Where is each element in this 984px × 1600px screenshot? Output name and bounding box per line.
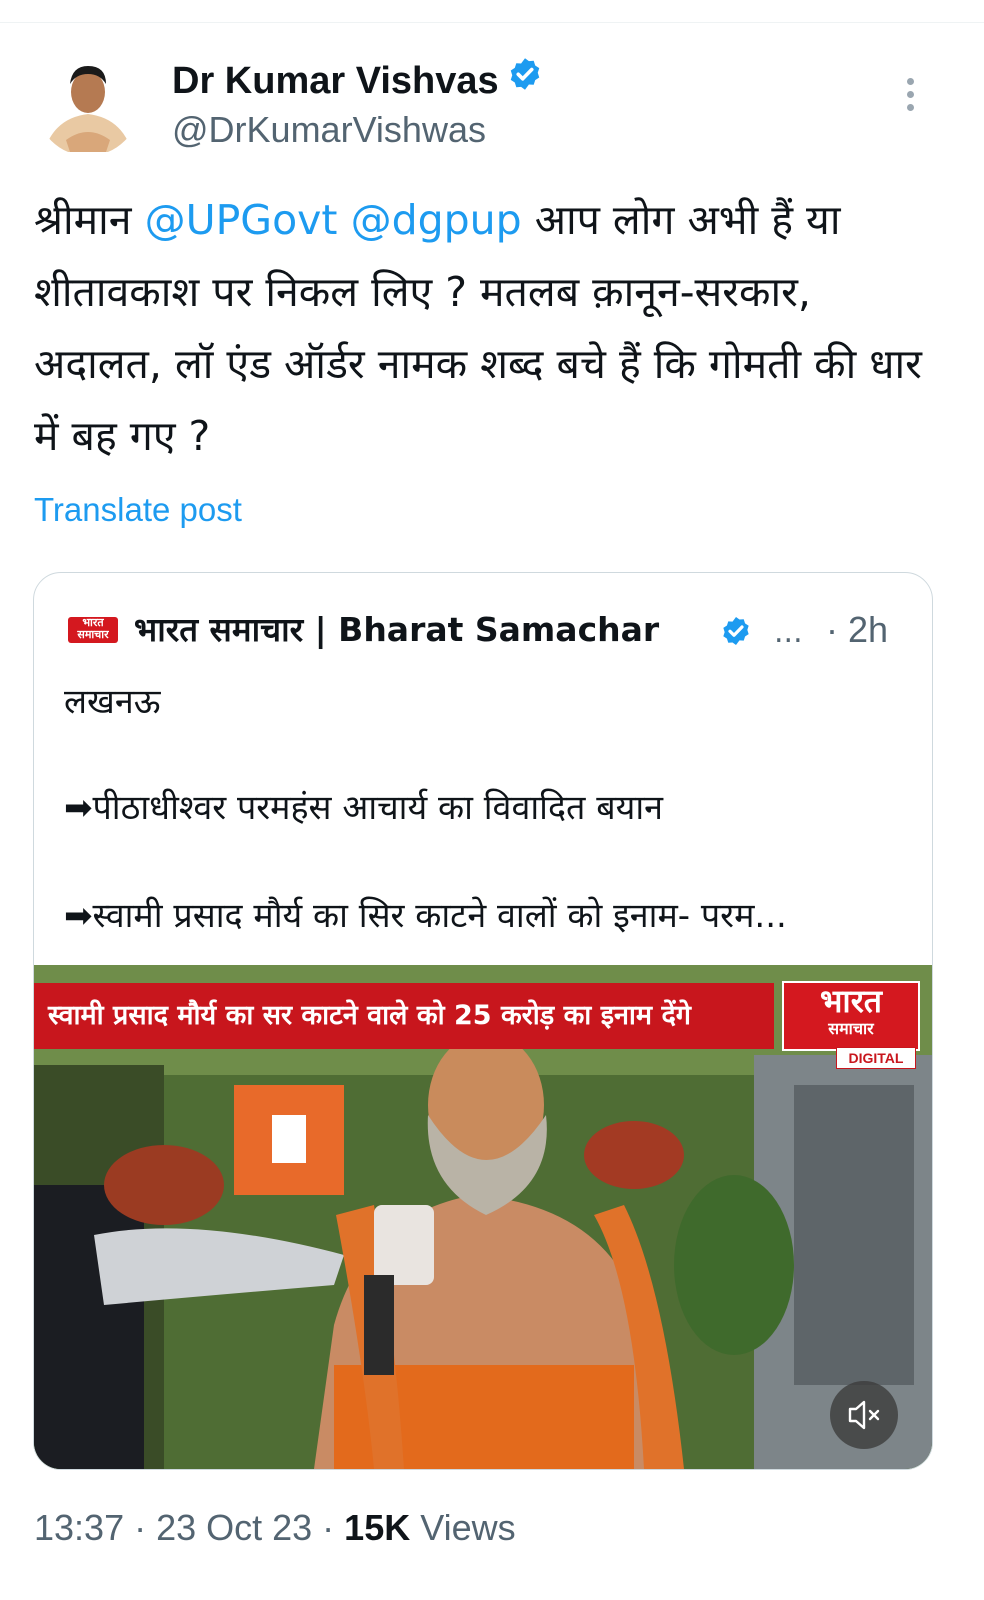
video-banner: स्वामी प्रसाद मौर्य का सर काटने वाले को … xyxy=(34,983,774,1049)
quote-timestamp[interactable]: · 2h xyxy=(826,607,888,653)
author-name[interactable]: Dr Kumar Vishvas xyxy=(172,58,543,104)
mention-dgpup[interactable]: @dgpup xyxy=(351,196,522,244)
channel-logo-small: समाचार xyxy=(828,1019,874,1038)
more-vertical-icon[interactable] xyxy=(896,78,924,122)
quote-author-name[interactable]: भारत समाचार | Bharat Samachar xyxy=(134,605,659,655)
avatar[interactable] xyxy=(36,52,140,156)
views-count: 15K xyxy=(344,1507,411,1548)
quote-name-ellipsis: ... xyxy=(774,615,803,650)
quote-line-statement: ➡पीठाधीश्वर परमहंस आचार्य का विवादित बया… xyxy=(64,788,664,828)
quote-video[interactable]: स्वामी प्रसाद मौर्य का सर काटने वाले को … xyxy=(34,965,932,1469)
quote-line-reward: ➡स्वामी प्रसाद मौर्य का सिर काटने वालों … xyxy=(64,896,787,936)
author-handle[interactable]: @DrKumarVishwas xyxy=(172,108,486,152)
tweet-text-part xyxy=(338,196,351,244)
top-divider xyxy=(0,22,984,23)
digital-tag: DIGITAL xyxy=(836,1047,916,1069)
verified-badge-icon xyxy=(507,56,543,103)
quote-logo-text: भारत समाचार xyxy=(77,616,109,641)
mute-icon[interactable] xyxy=(830,1381,898,1449)
quote-avatar-logo[interactable]: भारत समाचार xyxy=(68,617,118,643)
author-name-text[interactable]: Dr Kumar Vishvas xyxy=(172,60,499,102)
quoted-tweet-card[interactable]: भारत समाचार भारत समाचार | Bharat Samacha… xyxy=(33,572,933,1470)
quote-line-location: लखनऊ xyxy=(64,682,161,722)
tweet-meta: 13:37 · 23 Oct 23 · 15K Views xyxy=(34,1504,516,1552)
channel-logo: भारत समाचार xyxy=(782,981,920,1051)
verified-badge-icon xyxy=(720,615,752,651)
tweet-text: श्रीमान @UPGovt @dgpup आप लोग अभी हैं या… xyxy=(34,184,934,472)
views-label: Views xyxy=(410,1507,516,1548)
channel-logo-big: भारत xyxy=(819,982,883,1020)
tweet-timestamp[interactable]: 13:37 · 23 Oct 23 · xyxy=(34,1507,344,1548)
mention-upgovt[interactable]: @UPGovt xyxy=(145,196,338,244)
translate-post-link[interactable]: Translate post xyxy=(34,488,242,532)
tweet-text-part: श्रीमान xyxy=(34,196,145,244)
